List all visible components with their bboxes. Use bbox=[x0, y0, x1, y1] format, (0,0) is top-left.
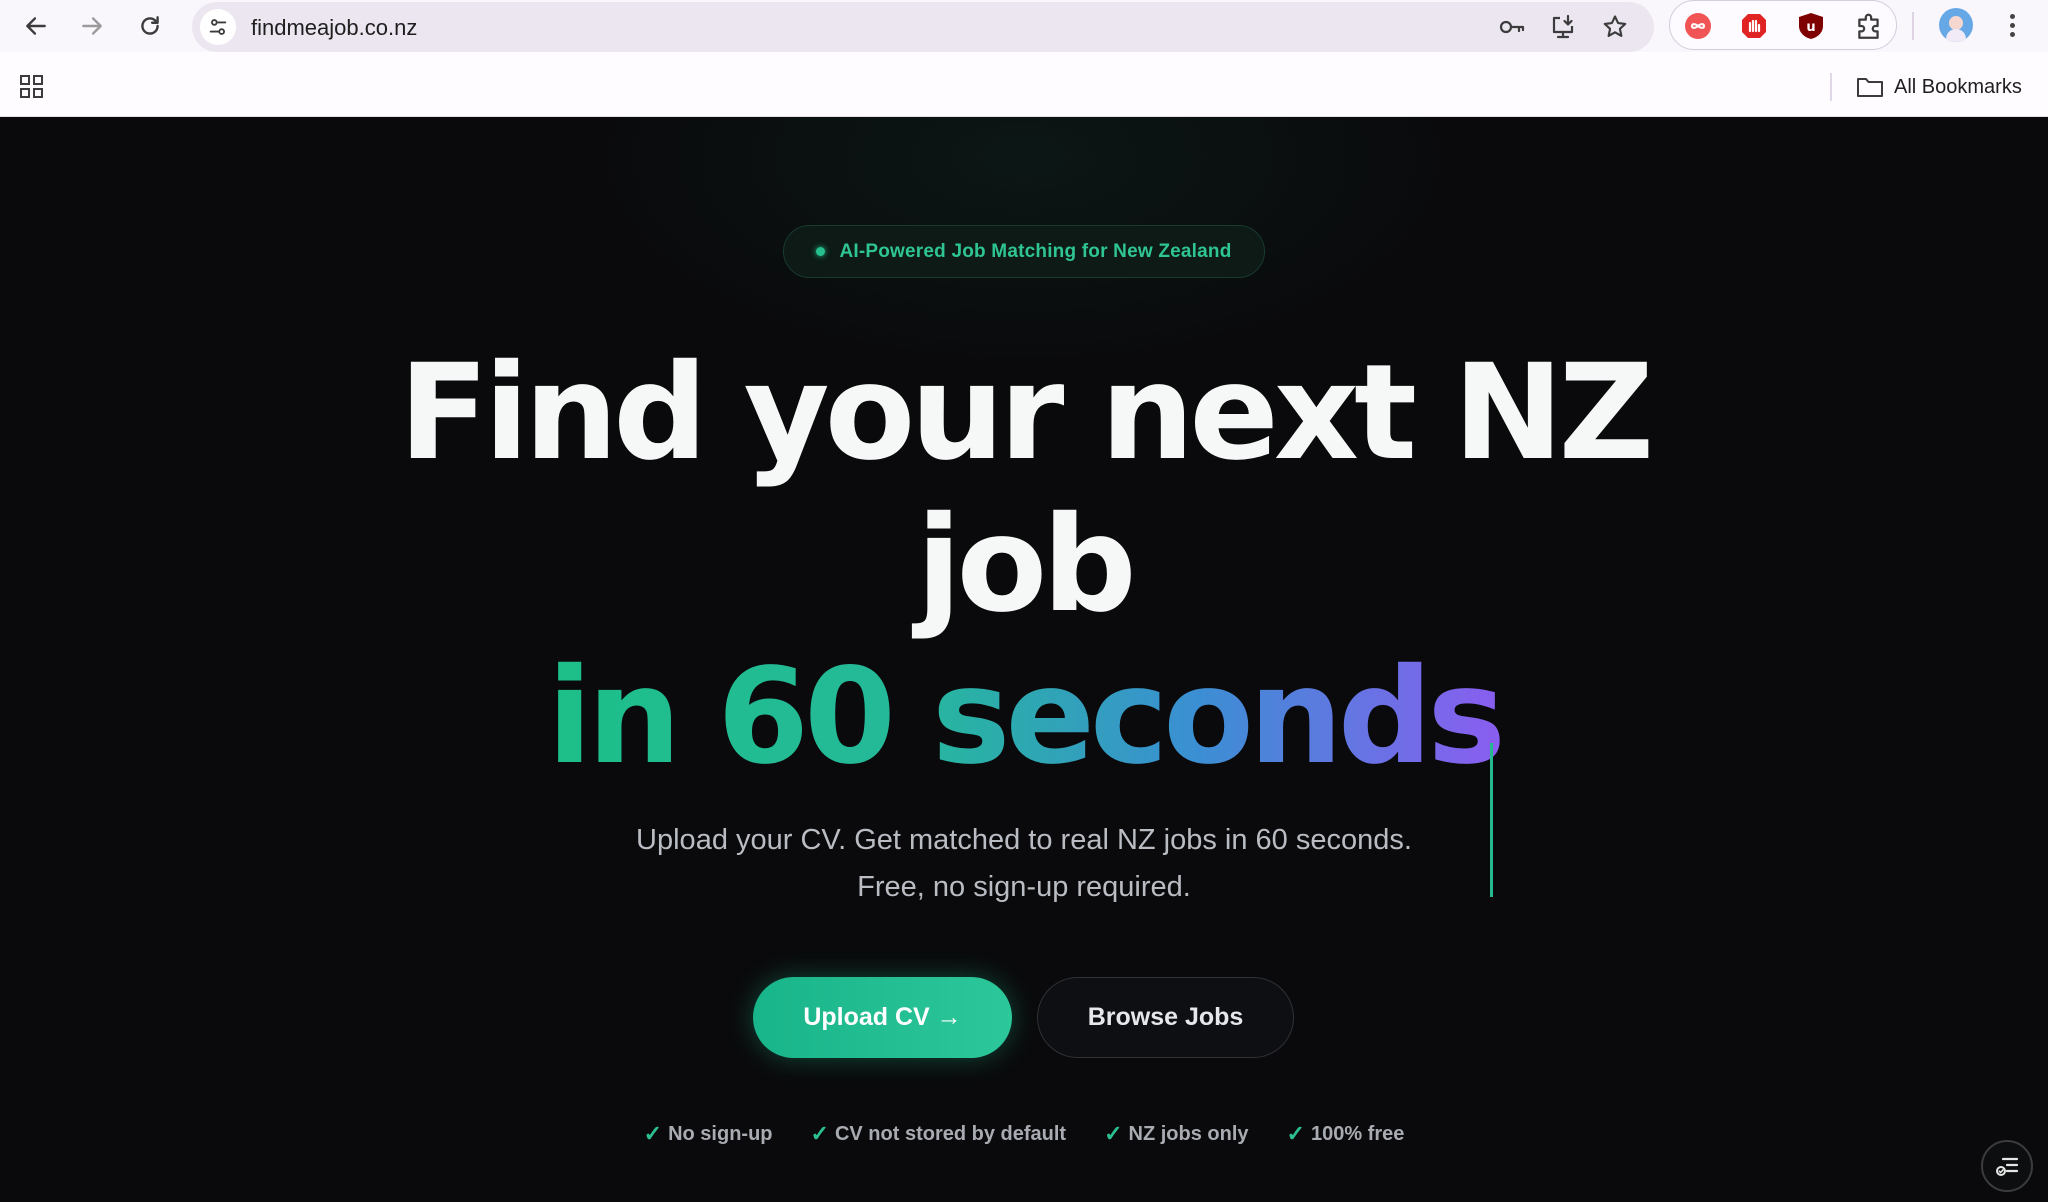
extensions-group: u bbox=[1669, 0, 1897, 50]
all-bookmarks-button[interactable]: All Bookmarks bbox=[1856, 75, 2022, 99]
back-button[interactable] bbox=[16, 6, 56, 46]
feature-label: CV not stored by default bbox=[834, 1122, 1067, 1145]
headline-gradient-text: in 60 seconds bbox=[547, 640, 1506, 794]
browser-menu-icon[interactable] bbox=[2000, 10, 2024, 40]
hero-subtitle: Upload your CV. Get matched to real NZ j… bbox=[636, 824, 1412, 903]
star-icon bbox=[1603, 15, 1627, 37]
avatar-body bbox=[1946, 29, 1966, 42]
feature-label: NZ jobs only bbox=[1128, 1122, 1249, 1145]
stop-hand-extension-icon[interactable] bbox=[1740, 12, 1768, 40]
feature-item: ✓ 100% free bbox=[1287, 1121, 1405, 1147]
browse-jobs-button[interactable]: Browse Jobs bbox=[1037, 977, 1294, 1058]
browser-toolbar: findmeajob.co.nz u bbox=[0, 0, 2048, 52]
feature-item: ✓ No sign-up bbox=[644, 1121, 773, 1147]
check-icon: ✓ bbox=[810, 1121, 829, 1146]
apps-grid-icon[interactable] bbox=[19, 74, 45, 100]
hero-headline: Find your next NZ job in 60 seconds bbox=[0, 337, 2048, 793]
arrow-right-icon bbox=[82, 17, 102, 35]
forward-button[interactable] bbox=[72, 6, 112, 46]
site-info-button[interactable] bbox=[200, 9, 236, 45]
badge-text: AI-Powered Job Matching for New Zealand bbox=[839, 240, 1232, 262]
check-icon: ✓ bbox=[643, 1121, 663, 1146]
feature-item: ✓ NZ jobs only bbox=[1104, 1121, 1248, 1147]
status-dot-icon bbox=[816, 247, 826, 256]
all-bookmarks-label: All Bookmarks bbox=[1894, 75, 2022, 98]
install-desktop-icon bbox=[1552, 14, 1574, 39]
typing-caret bbox=[1490, 743, 1493, 897]
reload-button[interactable] bbox=[130, 6, 170, 46]
bookmarks-bar: All Bookmarks bbox=[0, 52, 2048, 117]
feature-list: ✓ No sign-up ✓ CV not stored by default … bbox=[0, 1121, 2048, 1147]
headline-line-1: Find your next NZ bbox=[398, 336, 1654, 490]
ublock-extension-icon[interactable]: u bbox=[1797, 12, 1825, 40]
hero-section: AI-Powered Job Matching for New Zealand … bbox=[0, 117, 2048, 1202]
toolbar-divider bbox=[1912, 12, 1914, 40]
hero-badge: AI-Powered Job Matching for New Zealand bbox=[783, 225, 1265, 278]
key-icon bbox=[1499, 20, 1525, 34]
upload-cv-button[interactable]: Upload CV → bbox=[753, 977, 1012, 1058]
arrow-left-icon bbox=[26, 17, 46, 35]
password-key-button[interactable] bbox=[1497, 12, 1527, 42]
bookmark-star-button[interactable] bbox=[1600, 12, 1630, 42]
check-icon: ✓ bbox=[1286, 1121, 1305, 1146]
feature-item: ✓ CV not stored by default bbox=[811, 1121, 1067, 1147]
list-settings-icon bbox=[1996, 1157, 2019, 1176]
headline-line-2: job bbox=[916, 488, 1136, 642]
folder-icon bbox=[1857, 78, 1883, 97]
floating-menu-button[interactable] bbox=[1981, 1140, 2033, 1192]
install-app-button[interactable] bbox=[1548, 12, 1578, 42]
feature-label: 100% free bbox=[1310, 1122, 1405, 1145]
url-text[interactable]: findmeajob.co.nz bbox=[251, 15, 417, 41]
bookmarks-divider bbox=[1830, 73, 1832, 101]
profile-avatar[interactable] bbox=[1939, 8, 1973, 42]
address-bar[interactable]: findmeajob.co.nz bbox=[192, 2, 1654, 52]
reload-icon bbox=[141, 16, 159, 35]
infinity-extension-icon[interactable] bbox=[1684, 12, 1712, 40]
feature-label: No sign-up bbox=[668, 1122, 773, 1145]
avatar-face bbox=[1949, 16, 1963, 30]
tune-icon bbox=[209, 19, 227, 35]
check-icon: ✓ bbox=[1104, 1121, 1123, 1146]
extensions-puzzle-icon[interactable] bbox=[1854, 11, 1884, 41]
svg-text:u: u bbox=[1806, 20, 1815, 35]
